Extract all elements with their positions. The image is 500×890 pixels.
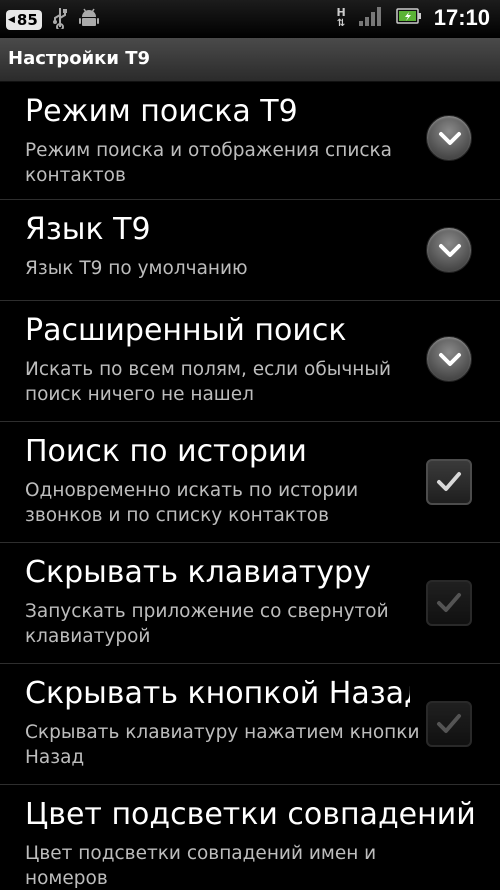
chevron-down-icon bbox=[439, 353, 461, 366]
setting-summary: Одновременно искать по истории звонков и… bbox=[25, 480, 359, 526]
setting-summary: Режим поиска и отображения списка контак… bbox=[25, 140, 393, 186]
checkmark-icon bbox=[437, 472, 461, 491]
setting-title: Расширенный поиск bbox=[25, 313, 347, 348]
setting-hide-keyboard[interactable]: Скрывать клавиатуру Запускать приложение… bbox=[0, 543, 500, 664]
checkmark-icon bbox=[437, 714, 461, 733]
checkmark-icon bbox=[437, 593, 461, 612]
usb-icon bbox=[52, 7, 68, 33]
setting-summary: Цвет подсветки совпадений имен и номеров bbox=[25, 843, 377, 889]
network-type-label: H bbox=[336, 6, 346, 19]
setting-title: Поиск по истории bbox=[25, 434, 307, 469]
status-bar: ◀ 85 H ⇅ 17:10 bbox=[0, 0, 500, 38]
setting-title: Режим поиска T9 bbox=[25, 94, 298, 129]
setting-summary: Запускать приложение со свернутой клавиа… bbox=[25, 601, 389, 647]
setting-summary: Язык T9 по умолчанию bbox=[25, 258, 248, 279]
hide-keyboard-checkbox[interactable] bbox=[426, 580, 472, 626]
status-bar-left: ◀ 85 bbox=[6, 7, 100, 33]
setting-summary: Скрывать клавиатуру нажатием кнопки Наза… bbox=[25, 722, 420, 768]
dropdown-button[interactable] bbox=[426, 115, 472, 161]
hide-by-back-checkbox[interactable] bbox=[426, 701, 472, 747]
network-type-icon: H ⇅ bbox=[336, 6, 346, 29]
setting-title: Скрывать кнопкой Назад bbox=[25, 676, 410, 711]
setting-t9-search-mode[interactable]: Режим поиска T9 Режим поиска и отображен… bbox=[0, 82, 500, 200]
setting-t9-language[interactable]: Язык T9 Язык T9 по умолчанию bbox=[0, 200, 500, 301]
status-bar-right: H ⇅ 17:10 bbox=[337, 5, 491, 31]
setting-hide-by-back[interactable]: Скрывать кнопкой Назад Скрывать клавиату… bbox=[0, 664, 500, 785]
notification-badge: ◀ 85 bbox=[6, 10, 42, 30]
setting-title: Цвет подсветки совпадений bbox=[25, 797, 476, 832]
page-title: Настройки T9 bbox=[8, 48, 151, 69]
chevron-down-icon bbox=[439, 244, 461, 257]
notification-count: 85 bbox=[16, 11, 38, 29]
setting-summary: Искать по всем полям, если обычный поиск… bbox=[25, 359, 392, 405]
history-search-checkbox[interactable] bbox=[426, 459, 472, 505]
setting-title: Язык T9 bbox=[25, 212, 151, 247]
setting-title: Скрывать клавиатуру bbox=[25, 555, 371, 590]
chevron-down-icon bbox=[439, 132, 461, 145]
dropdown-button[interactable] bbox=[426, 336, 472, 382]
dropdown-button[interactable] bbox=[426, 227, 472, 273]
clock: 17:10 bbox=[433, 5, 490, 30]
battery-icon bbox=[395, 7, 422, 29]
android-debug-icon bbox=[78, 7, 100, 33]
forward-icon: ◀ bbox=[8, 15, 15, 25]
signal-icon bbox=[358, 5, 384, 31]
setting-extended-search[interactable]: Расширенный поиск Искать по всем полям, … bbox=[0, 301, 500, 422]
setting-highlight-color[interactable]: Цвет подсветки совпадений Цвет подсветки… bbox=[0, 785, 500, 890]
setting-history-search[interactable]: Поиск по истории Одновременно искать по … bbox=[0, 422, 500, 543]
title-bar: Настройки T9 bbox=[0, 38, 500, 82]
